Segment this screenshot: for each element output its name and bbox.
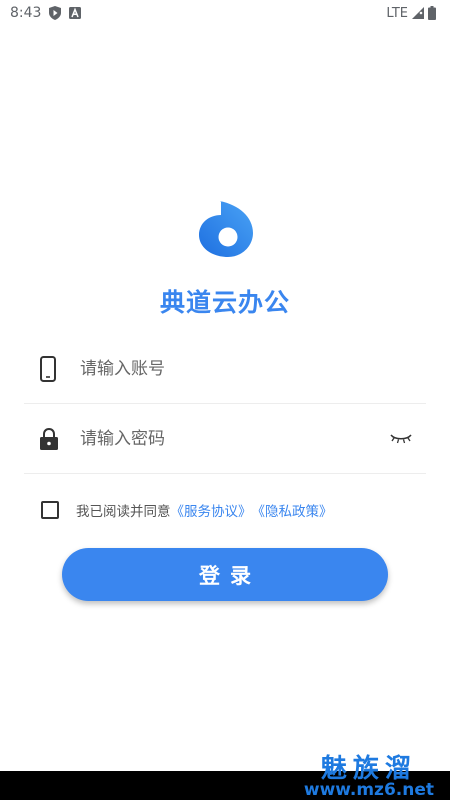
password-field-row bbox=[24, 404, 426, 474]
agreement-checkbox[interactable] bbox=[41, 501, 59, 519]
agreement-row: 我已阅读并同意 《服务协议》 《隐私政策》 bbox=[41, 499, 333, 521]
app-logo-icon bbox=[197, 201, 253, 257]
signal-icon bbox=[412, 7, 424, 19]
watermark-url: www.mz6.net bbox=[303, 780, 434, 800]
account-input[interactable] bbox=[80, 358, 426, 379]
network-type: LTE bbox=[386, 5, 408, 21]
status-bar: 8:43 LTE bbox=[0, 0, 450, 26]
login-button[interactable]: 登录 bbox=[62, 548, 388, 601]
status-time: 8:43 bbox=[10, 5, 42, 21]
password-input[interactable] bbox=[80, 428, 386, 449]
app-title: 典道云办公 bbox=[159, 288, 290, 317]
account-field-row bbox=[24, 334, 426, 404]
agreement-text: 我已阅读并同意 bbox=[76, 504, 171, 520]
lock-icon bbox=[24, 427, 60, 450]
watermark-logo: 魅族溜 www.mz6.net bbox=[304, 756, 434, 799]
a-notification-icon bbox=[69, 7, 82, 19]
login-screen: 8:43 LTE 典道云办公 请输入账号 我已阅读并同意 《服务协议》 《隐私政… bbox=[0, 0, 450, 800]
service-agreement-link[interactable]: 《服务协议》 bbox=[171, 500, 252, 520]
watermark-title: 魅族溜 bbox=[320, 754, 417, 784]
privacy-policy-link[interactable]: 《隐私政策》 bbox=[252, 500, 333, 520]
phone-icon bbox=[24, 355, 60, 382]
battery-icon bbox=[428, 6, 436, 20]
shield-notification-icon bbox=[49, 6, 62, 20]
eye-closed-icon[interactable] bbox=[386, 429, 416, 449]
